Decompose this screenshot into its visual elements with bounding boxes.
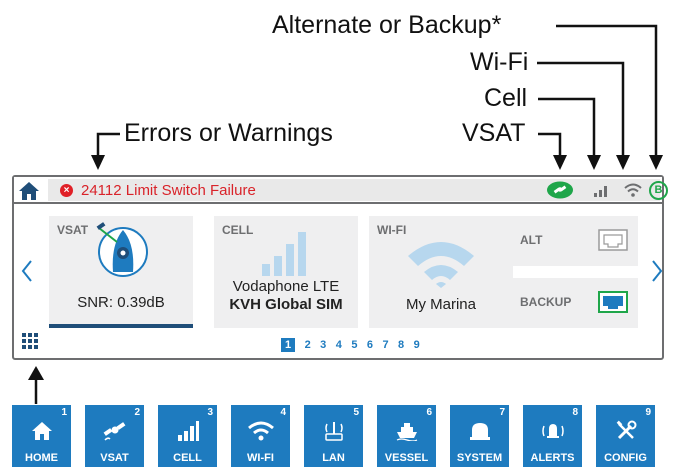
page-1[interactable]: 1 (281, 338, 296, 352)
screenshot-stage: Alternate or Backup* Wi-Fi Cell VSAT Err… (0, 0, 675, 472)
prev-page-arrow[interactable] (20, 259, 34, 283)
page-3[interactable]: 3 (320, 339, 326, 351)
page-7[interactable]: 7 (382, 339, 388, 351)
nav-lan-button[interactable]: 5 LAN (304, 405, 363, 467)
wifi-tile[interactable]: WI-FI My Marina (369, 216, 513, 328)
callout-cell: Cell (484, 84, 528, 112)
callout-alternate: Alternate or Backup* (272, 11, 502, 39)
vsat-selected-bar (49, 324, 193, 328)
vsat-tile-label: VSAT (57, 223, 89, 237)
home-icon[interactable] (16, 180, 42, 202)
backup-port-icon (598, 291, 628, 313)
wifi-icon (406, 238, 476, 288)
pager: 1 2 3 4 5 6 7 8 9 (281, 335, 425, 352)
backup-tile[interactable]: BACKUP (512, 278, 638, 328)
cell-signal-icon (260, 230, 312, 276)
callout-errors: Errors or Warnings (124, 119, 333, 147)
cell-signal-icon (158, 417, 217, 445)
wifi-tile-label: WI-FI (377, 223, 407, 237)
status-icons: B (536, 179, 668, 201)
cell-sim: KVH Global SIM (229, 296, 343, 313)
nav-wifi-button[interactable]: 4 WI-FI (231, 405, 290, 467)
callout-vsat: VSAT (462, 119, 526, 147)
vsat-tile[interactable]: VSAT SNR: 0.39dB (49, 216, 193, 328)
wifi-status-icon[interactable] (624, 183, 642, 198)
status-bar: × 24112 Limit Switch Failure B (14, 177, 668, 204)
backup-tile-label: BACKUP (520, 295, 572, 309)
ship-icon (377, 417, 436, 445)
callout-up-arrow (28, 366, 44, 404)
ethernet-port-icon (598, 229, 628, 251)
page-9[interactable]: 9 (414, 339, 420, 351)
router-icon (304, 417, 363, 445)
error-icon: × (60, 184, 73, 197)
tools-icon (596, 417, 655, 445)
page-4[interactable]: 4 (336, 339, 342, 351)
message-area[interactable]: × 24112 Limit Switch Failure (48, 179, 536, 201)
device-screen: × 24112 Limit Switch Failure B VSAT SNR:… (12, 175, 668, 360)
alt-tile-label: ALT (520, 233, 543, 247)
cell-tile-label: CELL (222, 223, 254, 237)
page-5[interactable]: 5 (351, 339, 357, 351)
nav-home-button[interactable]: 1 HOME (12, 405, 71, 467)
home-icon (12, 417, 71, 445)
page-6[interactable]: 6 (367, 339, 373, 351)
nav-config-button[interactable]: 9 CONFIG (596, 405, 655, 467)
vsat-status-icon[interactable] (546, 181, 574, 199)
vessel-compass-icon (95, 222, 151, 278)
alt-tile[interactable]: ALT (512, 216, 638, 266)
nav-alerts-button[interactable]: 8 ALERTS (523, 405, 582, 467)
nav-cell-button[interactable]: 3 CELL (158, 405, 217, 467)
nav-vessel-button[interactable]: 6 VESSEL (377, 405, 436, 467)
page-8[interactable]: 8 (398, 339, 404, 351)
nav-system-button[interactable]: 7 SYSTEM (450, 405, 509, 467)
vsat-snr: SNR: 0.39dB (77, 294, 165, 311)
apps-grid-icon[interactable] (22, 333, 38, 349)
next-page-arrow[interactable] (650, 259, 664, 283)
callout-wifi: Wi-Fi (470, 48, 529, 76)
wifi-icon (231, 417, 290, 445)
backup-status-icon[interactable]: B (649, 181, 668, 200)
cell-tile[interactable]: CELL Vodaphone LTE KVH Global SIM (214, 216, 358, 328)
satellite-icon (85, 417, 144, 445)
page-2[interactable]: 2 (305, 339, 311, 351)
wifi-network: My Marina (405, 296, 476, 313)
bell-icon (523, 417, 582, 445)
nav-vsat-button[interactable]: 2 VSAT (85, 405, 144, 467)
cell-status-icon[interactable] (593, 183, 611, 197)
cell-carrier: Vodaphone LTE (232, 278, 340, 295)
system-icon (450, 417, 509, 445)
error-message[interactable]: 24112 Limit Switch Failure (81, 182, 256, 199)
